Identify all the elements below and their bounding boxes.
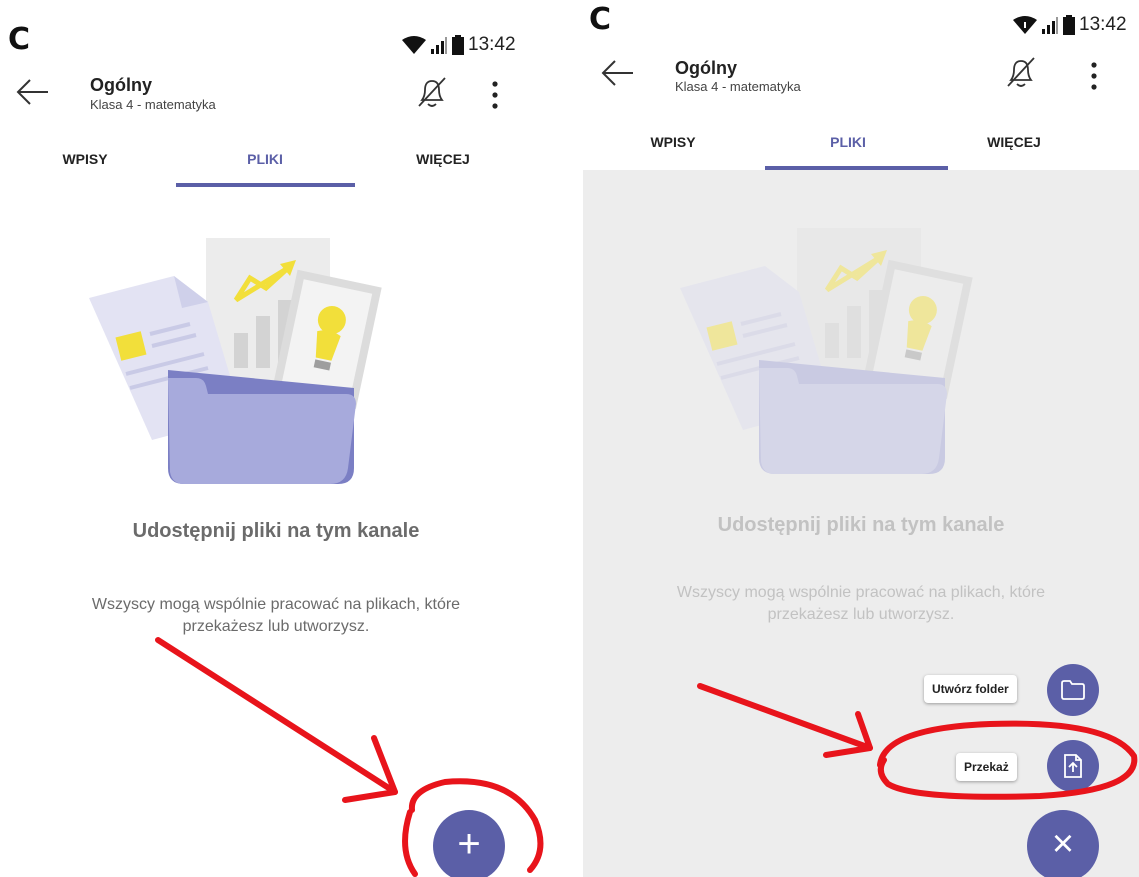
wifi-icon xyxy=(402,36,426,54)
carrier-logo: C xyxy=(8,22,31,57)
status-bar: 13:42 xyxy=(402,34,516,56)
status-bar: 13:42 xyxy=(1013,14,1127,36)
folder-icon xyxy=(1061,680,1085,700)
empty-state-description: Wszyscy mogą wspólnie pracować na plikac… xyxy=(676,584,1046,623)
tab-wiecej[interactable]: WIĘCEJ xyxy=(959,134,1069,150)
tab-pliki[interactable]: PLIKI xyxy=(210,151,320,167)
plus-icon: + xyxy=(457,822,481,866)
create-folder-label[interactable]: Utwórz folder xyxy=(924,675,1017,703)
channel-subtitle: Klasa 4 - matematyka xyxy=(90,97,216,112)
tab-wpisy[interactable]: WPISY xyxy=(30,151,140,167)
bell-muted-icon[interactable] xyxy=(417,76,447,110)
upload-button[interactable] xyxy=(1047,740,1099,792)
files-illustration xyxy=(680,228,973,474)
more-options-icon[interactable] xyxy=(490,80,500,110)
upload-file-icon xyxy=(1064,754,1082,778)
battery-icon xyxy=(1063,15,1075,35)
channel-title: Ogólny xyxy=(90,75,152,95)
tab-wiecej[interactable]: WIĘCEJ xyxy=(388,151,498,167)
back-arrow-icon[interactable] xyxy=(601,58,635,88)
clock: 13:42 xyxy=(468,34,516,55)
channel-title: Ogólny xyxy=(675,58,737,78)
signal-icon xyxy=(1042,17,1058,34)
tab-wpisy[interactable]: WPISY xyxy=(618,134,728,150)
tab-pliki[interactable]: PLIKI xyxy=(793,134,903,150)
create-folder-button[interactable] xyxy=(1047,664,1099,716)
empty-state-headline: Udostępnij pliki na tym kanale xyxy=(132,520,420,542)
add-file-button[interactable]: + xyxy=(433,810,505,877)
files-illustration xyxy=(89,238,382,484)
channel-subtitle: Klasa 4 - matematyka xyxy=(675,79,801,94)
wifi-icon xyxy=(1013,16,1037,34)
back-arrow-icon[interactable] xyxy=(16,77,50,107)
more-options-icon[interactable] xyxy=(1089,61,1099,91)
empty-state-headline: Udostępnij pliki na tym kanale xyxy=(717,514,1005,536)
upload-label[interactable]: Przekaż xyxy=(956,753,1017,781)
close-icon: × xyxy=(1051,823,1075,865)
screen-files-tab: C 13:42 Ogólny Klasa 4 - matematyka WPIS… xyxy=(0,0,552,877)
battery-icon xyxy=(452,35,464,55)
empty-state-description: Wszyscy mogą wspólnie pracować na plikac… xyxy=(91,596,461,635)
close-menu-button[interactable]: × xyxy=(1027,810,1099,877)
active-tab-indicator xyxy=(176,183,355,187)
screenshot-divider xyxy=(552,0,583,877)
carrier-logo: C xyxy=(589,2,612,37)
bell-muted-icon[interactable] xyxy=(1006,56,1036,90)
screen-files-tab-menu-open: C 13:42 Ogólny Klasa 4 - matematyka WPIS… xyxy=(583,0,1139,877)
signal-icon xyxy=(431,37,447,54)
clock: 13:42 xyxy=(1079,14,1127,35)
